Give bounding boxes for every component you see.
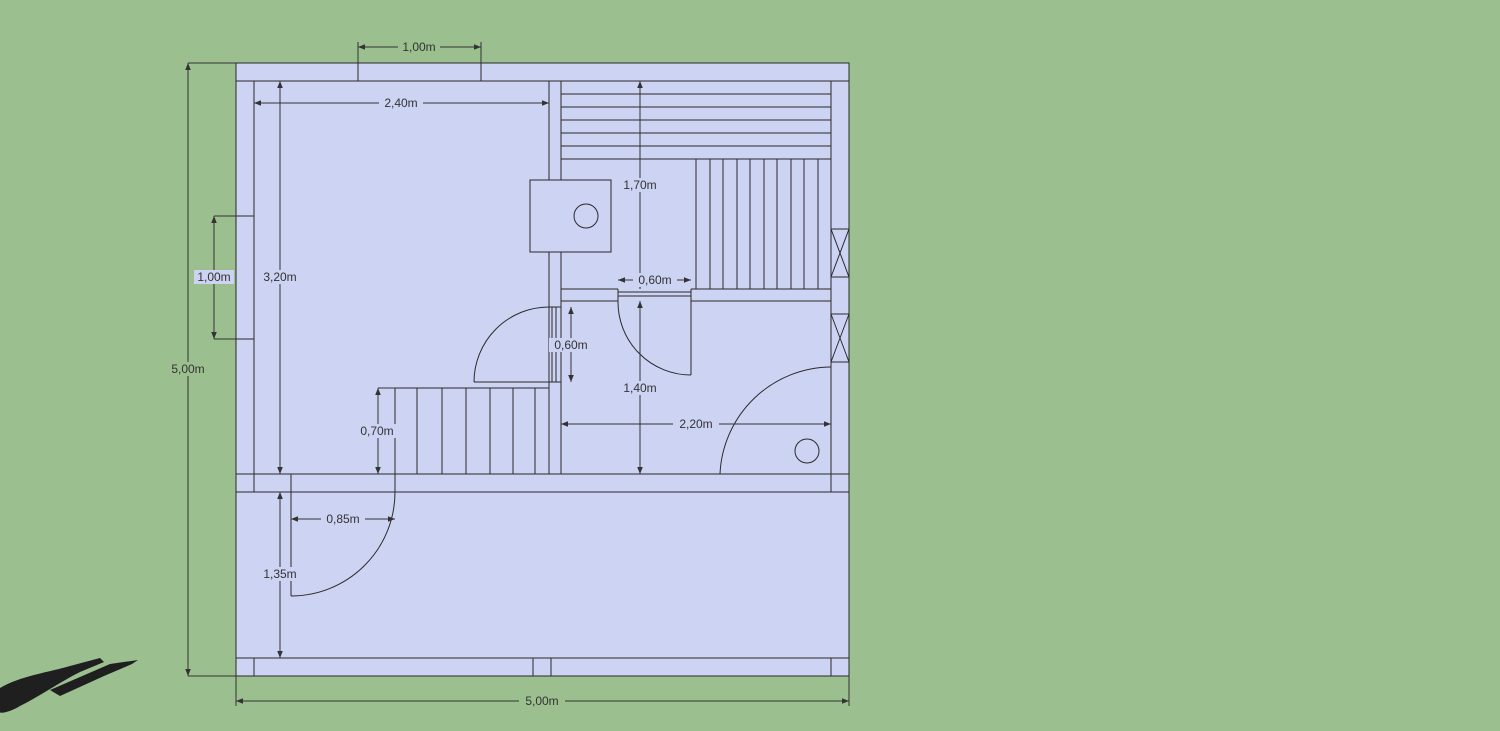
floor-plan: 1,00m 2,40m 3,20m 1,00m 5,00m 5,00m 1,70…	[0, 40, 850, 713]
label-bench-depth: 0,70m	[360, 424, 393, 438]
label-porch-depth: 1,35m	[263, 567, 296, 581]
stove-icon	[529, 179, 612, 253]
label-bath-door: 0,60m	[554, 338, 587, 352]
label-left-room-height: 3,20m	[263, 270, 296, 284]
building-outline	[235, 62, 850, 677]
label-total-width: 5,00m	[525, 694, 558, 708]
right-window-upper	[830, 228, 850, 278]
person-shadow-icon	[0, 658, 138, 713]
label-sauna-height: 1,70m	[623, 178, 656, 192]
label-total-height: 5,00m	[171, 362, 204, 376]
label-left-room-width: 2,40m	[384, 96, 417, 110]
label-top-window: 1,00m	[402, 40, 435, 54]
label-sauna-door: 0,60m	[638, 273, 671, 287]
label-left-window: 1,00m	[197, 270, 230, 284]
left-window	[235, 215, 255, 340]
label-washroom-width: 2,20m	[679, 417, 712, 431]
label-entry-door: 0,85m	[326, 512, 359, 526]
label-washroom-height: 1,40m	[623, 381, 656, 395]
right-window-lower	[830, 313, 850, 363]
